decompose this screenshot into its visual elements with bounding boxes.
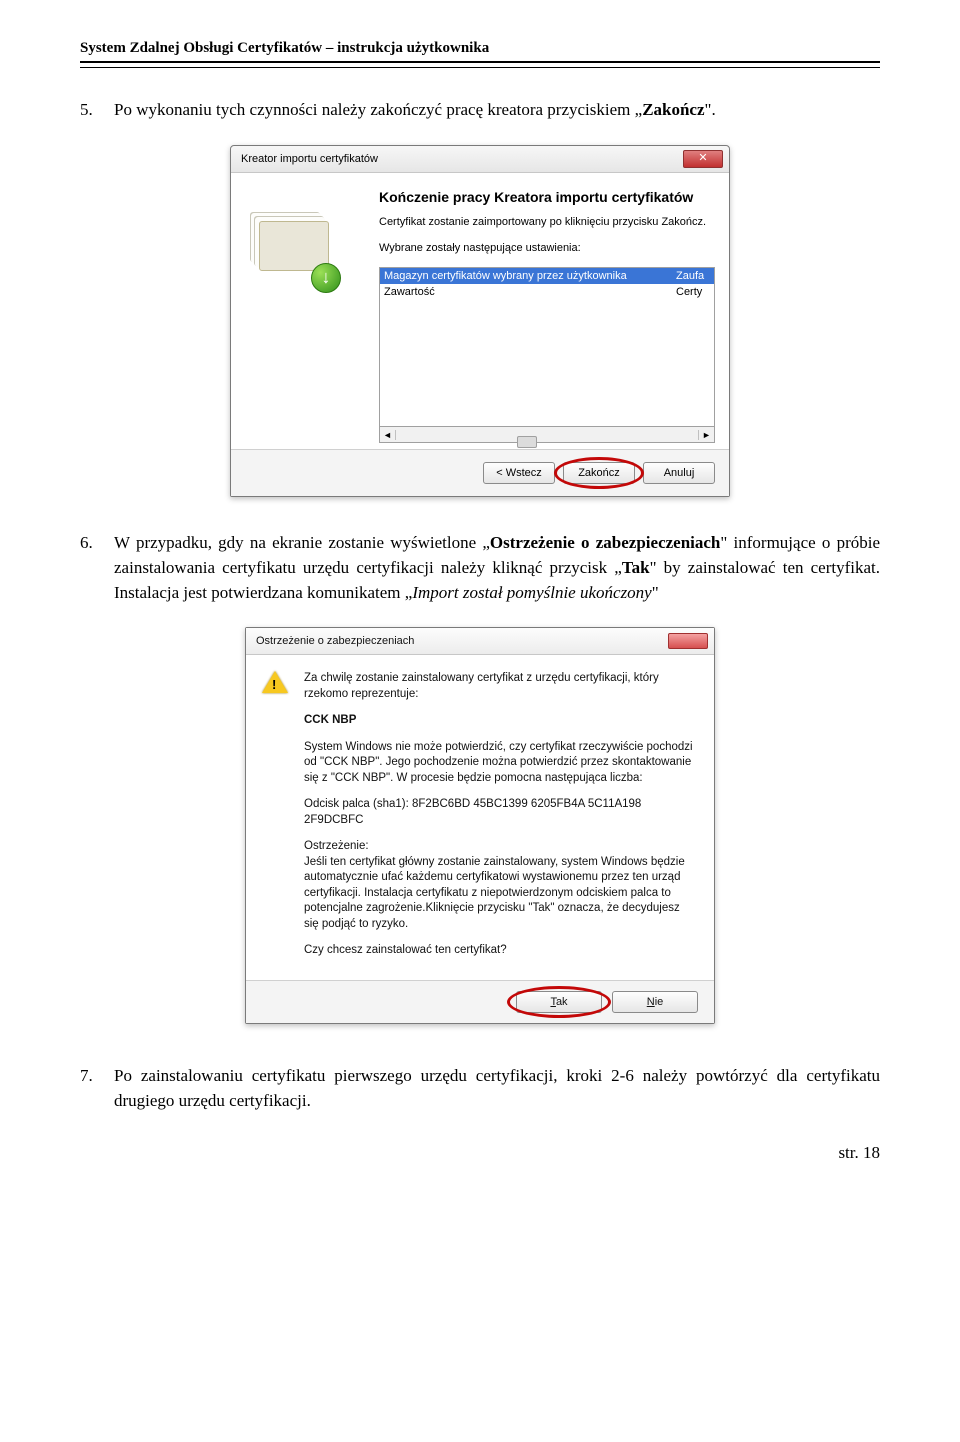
scroll-right-icon[interactable]: ► <box>698 430 714 440</box>
list-row-selected[interactable]: Magazyn certyfikatów wybrany przez użytk… <box>380 268 714 284</box>
warning-icon-column <box>262 671 290 970</box>
warn-p5: Ostrzeżenie: Jeśli ten certyfikat główny … <box>304 839 696 932</box>
list-cell: Certy <box>676 286 710 298</box>
page-header: System Zdalnej Obsługi Certyfikatów – in… <box>80 40 880 57</box>
warning-body: Za chwilę zostanie zainstalowany certyfi… <box>246 655 714 980</box>
step-5-t1: Po wykonaniu tych czynności należy zakoń… <box>114 100 642 119</box>
warn-p5a: Ostrzeżenie: <box>304 840 369 852</box>
warning-titlebar: Ostrzeżenie o zabezpieczeniach <box>246 628 714 655</box>
warn-p3: System Windows nie może potwierdzić, czy… <box>304 740 696 787</box>
warning-close-button[interactable] <box>668 633 708 649</box>
step-6-b1: Ostrzeżenie o zabezpieczeniach <box>490 533 720 552</box>
no-label-rest: ie <box>655 996 664 1008</box>
cancel-button[interactable]: Anuluj <box>643 462 715 484</box>
warn-p5b: Jeśli ten certyfikat główny zostanie zai… <box>304 856 685 930</box>
settings-listbox[interactable]: Magazyn certyfikatów wybrany przez użytk… <box>379 267 715 427</box>
warn-p1: Za chwilę zostanie zainstalowany certyfi… <box>304 671 696 702</box>
horizontal-scrollbar[interactable]: ◄ ► <box>379 427 715 443</box>
back-button-label: < Wstecz <box>496 467 542 479</box>
list-cell: Zaufa <box>676 270 710 282</box>
step-6-t4: " <box>652 583 659 602</box>
warning-text: Za chwilę zostanie zainstalowany certyfi… <box>304 671 696 970</box>
step-7: 7. Po zainstalowaniu certyfikatu pierwsz… <box>80 1064 880 1113</box>
warn-question: Czy chcesz zainstalować ten certyfikat? <box>304 943 696 959</box>
warning-footer: Tak Nie <box>246 980 714 1023</box>
step-6-text: W przypadku, gdy na ekranie zostanie wyś… <box>114 531 880 605</box>
finish-button[interactable]: Zakończ <box>563 462 635 484</box>
cancel-button-label: Anuluj <box>664 467 695 479</box>
list-row[interactable]: Zawartość Certy <box>380 284 714 300</box>
step-5-number: 5. <box>80 98 114 123</box>
download-badge-icon: ↓ <box>311 263 341 293</box>
wizard-titlebar: Kreator importu certyfikatów ✕ <box>231 146 729 173</box>
step-6-number: 6. <box>80 531 114 605</box>
step-7-text: Po zainstalowaniu certyfikatu pierwszego… <box>114 1064 880 1113</box>
no-button[interactable]: Nie <box>612 991 698 1013</box>
step-6: 6. W przypadku, gdy na ekranie zostanie … <box>80 531 880 605</box>
warning-triangle-icon <box>262 671 288 693</box>
wizard-subtext: Certyfikat zostanie zaimportowany po kli… <box>379 215 715 229</box>
certificate-stack-icon <box>259 221 329 271</box>
wizard-icon: ↓ <box>245 189 365 299</box>
close-icon: ✕ <box>698 153 707 164</box>
finish-button-label: Zakończ <box>578 467 620 479</box>
close-button[interactable]: ✕ <box>683 150 723 168</box>
wizard-title: Kreator importu certyfikatów <box>241 153 378 165</box>
step-5-bold: Zakończ <box>642 100 704 119</box>
yes-button[interactable]: Tak <box>516 991 602 1013</box>
header-rule-thin <box>80 67 880 68</box>
wizard-footer: < Wstecz Zakończ Anuluj <box>231 449 729 496</box>
wizard-body: ↓ Kończenie pracy Kreatora importu certy… <box>231 173 729 450</box>
step-6-b2: Tak <box>622 558 650 577</box>
back-button[interactable]: < Wstecz <box>483 462 555 484</box>
header-rule-thick <box>80 61 880 63</box>
list-cell: Zawartość <box>384 286 676 298</box>
scroll-thumb[interactable] <box>517 436 537 448</box>
wizard-heading: Kończenie pracy Kreatora importu certyfi… <box>379 189 715 205</box>
step-5-text: Po wykonaniu tych czynności należy zakoń… <box>114 98 880 123</box>
warn-fingerprint: Odcisk palca (sha1): 8F2BC6BD 45BC1399 6… <box>304 797 696 828</box>
yes-label-rest: ak <box>556 996 568 1008</box>
wizard-dialog: Kreator importu certyfikatów ✕ ↓ Kończen… <box>230 145 730 498</box>
step-5: 5. Po wykonaniu tych czynności należy za… <box>80 98 880 123</box>
page-number: str. 18 <box>80 1143 880 1163</box>
list-cell: Magazyn certyfikatów wybrany przez użytk… <box>384 270 676 282</box>
warning-title: Ostrzeżenie o zabezpieczeniach <box>256 635 414 647</box>
step-6-i1: Import został pomyślnie ukończony <box>412 583 651 602</box>
wizard-listlabel: Wybrane zostały następujące ustawienia: <box>379 241 715 255</box>
wizard-right: Kończenie pracy Kreatora importu certyfi… <box>379 189 715 444</box>
step-7-number: 7. <box>80 1064 114 1113</box>
warn-cert-name: CCK NBP <box>304 713 696 729</box>
scroll-left-icon[interactable]: ◄ <box>380 430 396 440</box>
warning-dialog: Ostrzeżenie o zabezpieczeniach Za chwilę… <box>245 627 715 1024</box>
step-5-t2: ". <box>705 100 716 119</box>
step-6-t1: W przypadku, gdy na ekranie zostanie wyś… <box>114 533 490 552</box>
